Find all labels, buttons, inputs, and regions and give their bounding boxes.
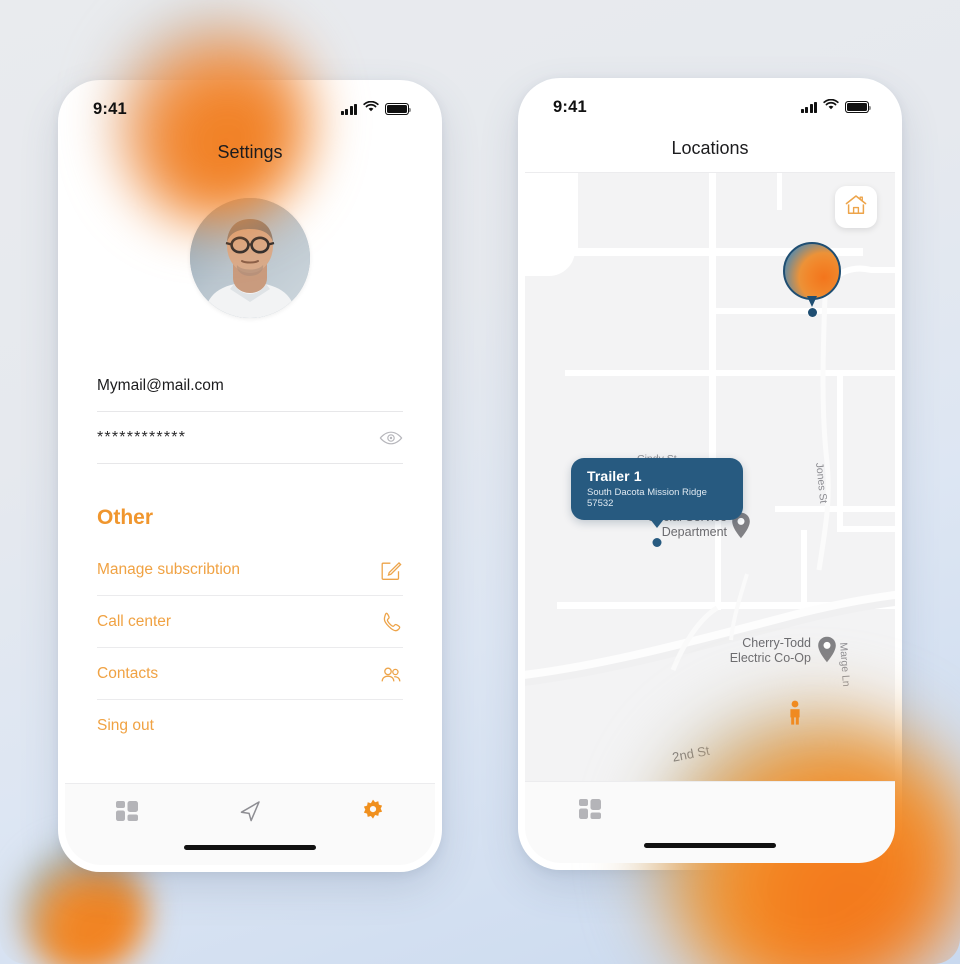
- battery-icon: [845, 101, 872, 113]
- option-contacts[interactable]: Contacts: [97, 648, 403, 700]
- callout-anchor-dot: [652, 538, 662, 547]
- tab-dashboard[interactable]: [577, 796, 603, 822]
- callout-tail: [650, 519, 664, 528]
- settings-screen-content: 9:41 Settings Mymail@mail.com **********…: [65, 87, 435, 865]
- location-callout[interactable]: Trailer 1 South Dacota Mission Ridge 575…: [571, 458, 743, 547]
- email-value: Mymail@mail.com: [97, 376, 224, 394]
- poi-cherry-todd-electric[interactable]: Cherry-Todd Electric Co-Op: [655, 636, 811, 666]
- option-label: Sing out: [97, 717, 154, 734]
- callout-title: Trailer 1: [587, 468, 642, 484]
- poi-label-line2: Electric Co-Op: [729, 651, 811, 665]
- tab-dashboard[interactable]: [114, 798, 140, 824]
- home-indicator: [644, 843, 776, 848]
- home-button[interactable]: [835, 186, 877, 228]
- option-call-center[interactable]: Call center: [97, 596, 403, 648]
- avatar[interactable]: [190, 198, 310, 318]
- wifi-icon: [363, 100, 379, 118]
- password-value: ************: [97, 428, 187, 446]
- email-field[interactable]: Mymail@mail.com: [97, 360, 403, 412]
- account-fields: Mymail@mail.com ************: [97, 360, 403, 464]
- tab-bar-locations: [525, 781, 895, 863]
- home-indicator: [184, 845, 316, 850]
- phone-locations-screen: 9:41 Locations Jones St Marge Ln 2nd St …: [518, 78, 902, 870]
- option-label: Manage subscribtion: [97, 560, 241, 578]
- tab-settings[interactable]: [360, 798, 386, 824]
- option-label: Contacts: [97, 664, 159, 682]
- option-label: Call center: [97, 612, 172, 630]
- map-pin-icon[interactable]: [817, 636, 837, 663]
- page-title: Locations: [525, 129, 895, 173]
- marker-tail: [807, 296, 817, 307]
- status-bar-settings: 9:41: [65, 87, 435, 131]
- edit-square-icon[interactable]: [379, 558, 403, 582]
- marker-anchor-dot: [807, 308, 817, 317]
- home-icon: [844, 194, 868, 221]
- other-options-list: Manage subscribtion Call center Contacts: [97, 544, 403, 752]
- poi-label-line1: Cherry-Todd: [742, 636, 811, 650]
- page-background: 9:41 Settings Mymail@mail.com **********…: [0, 0, 960, 964]
- callout-subtitle: South Dacota Mission Ridge 57532: [587, 487, 707, 509]
- street-view-pegman-icon[interactable]: [787, 700, 803, 731]
- avatar-image: [190, 198, 310, 318]
- cellular-signal-icon: [801, 101, 817, 113]
- active-location-marker[interactable]: [783, 242, 841, 317]
- page-title: Settings: [217, 142, 283, 162]
- map-canvas[interactable]: Cindy St Jones St Marge Ln 2nd St Social…: [525, 170, 895, 781]
- tab-bar-settings: [65, 783, 435, 865]
- battery-icon: [385, 103, 412, 115]
- eye-icon[interactable]: [379, 430, 403, 446]
- status-bar-time: 9:41: [93, 99, 127, 118]
- contacts-icon[interactable]: [379, 662, 403, 686]
- password-field[interactable]: ************: [97, 412, 403, 464]
- wifi-icon: [823, 98, 839, 116]
- status-bar-locations: 9:41: [525, 85, 895, 129]
- locations-screen-content: 9:41 Locations Jones St Marge Ln 2nd St …: [525, 85, 895, 863]
- status-bar-time: 9:41: [553, 97, 587, 116]
- option-sign-out[interactable]: Sing out: [97, 700, 403, 752]
- marker-circle: [783, 242, 841, 300]
- phone-settings-screen: 9:41 Settings Mymail@mail.com **********…: [58, 80, 442, 872]
- section-heading-other: Other: [97, 506, 154, 529]
- cellular-signal-icon: [341, 103, 357, 115]
- avatar-container: [65, 198, 435, 318]
- phone-icon[interactable]: [379, 610, 403, 634]
- option-manage-subscription[interactable]: Manage subscribtion: [97, 544, 403, 596]
- tab-navigation[interactable]: [237, 798, 263, 824]
